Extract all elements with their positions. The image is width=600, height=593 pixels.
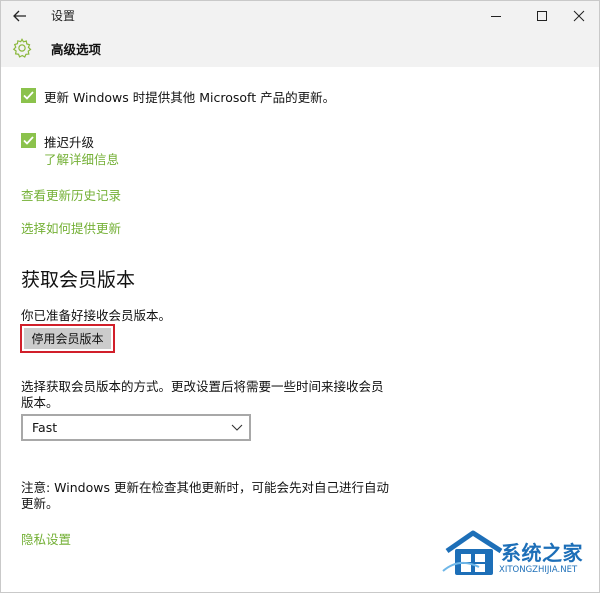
delivery-options-link[interactable]: 选择如何提供更新 xyxy=(21,218,121,237)
watermark: 系统之家 XITONGZHIJIA.NET xyxy=(439,525,597,591)
insider-ready-text: 你已准备好接收会员版本。 xyxy=(21,308,172,323)
note-line1: 注意: Windows 更新在检查其他更新时，可能会先对自己进行自动 xyxy=(21,480,389,495)
close-button[interactable] xyxy=(557,1,599,31)
defer-upgrades-checkbox[interactable] xyxy=(21,133,36,148)
dropdown-selected-value: Fast xyxy=(32,420,58,435)
close-icon xyxy=(573,10,585,22)
ms-updates-label: 更新 Windows 时提供其他 Microsoft 产品的更新。 xyxy=(44,90,336,105)
page-header: 高级选项 xyxy=(1,31,599,67)
pace-description-line1: 选择获取会员版本的方式。更改设置后将需要一些时间来接收会员 xyxy=(21,379,384,394)
insider-section-title: 获取会员版本 xyxy=(21,269,136,291)
learn-more-link[interactable]: 了解详细信息 xyxy=(44,149,119,168)
update-history-link[interactable]: 查看更新历史记录 xyxy=(21,185,121,204)
house-logo-icon xyxy=(442,530,503,575)
stop-insider-button[interactable]: 停用会员版本 xyxy=(24,328,111,349)
back-button[interactable] xyxy=(7,3,33,29)
back-arrow-icon xyxy=(13,10,26,22)
settings-window: 设置 高级选项 更新 Windows 时提供其他 Microsoft 产品的更新… xyxy=(0,0,600,593)
highlight-frame: 停用会员版本 xyxy=(20,324,115,353)
chevron-down-icon xyxy=(231,424,243,431)
watermark-url: XITONGZHIJIA.NET xyxy=(499,565,578,575)
pace-description-line2: 版本。 xyxy=(21,395,59,410)
ms-updates-checkbox[interactable] xyxy=(21,88,36,103)
note-line2: 更新。 xyxy=(21,496,59,511)
minimize-button[interactable] xyxy=(474,1,518,31)
privacy-settings-link[interactable]: 隐私设置 xyxy=(21,529,71,548)
checkmark-icon xyxy=(23,136,34,145)
window-title: 设置 xyxy=(51,9,76,23)
insider-pace-dropdown[interactable]: Fast xyxy=(21,414,251,441)
checkmark-icon xyxy=(23,91,34,100)
page-title: 高级选项 xyxy=(51,42,102,57)
maximize-icon xyxy=(537,11,547,21)
watermark-name: 系统之家 xyxy=(501,541,583,565)
title-bar: 设置 xyxy=(1,1,599,31)
minimize-icon xyxy=(491,16,501,17)
gear-icon xyxy=(12,38,32,58)
